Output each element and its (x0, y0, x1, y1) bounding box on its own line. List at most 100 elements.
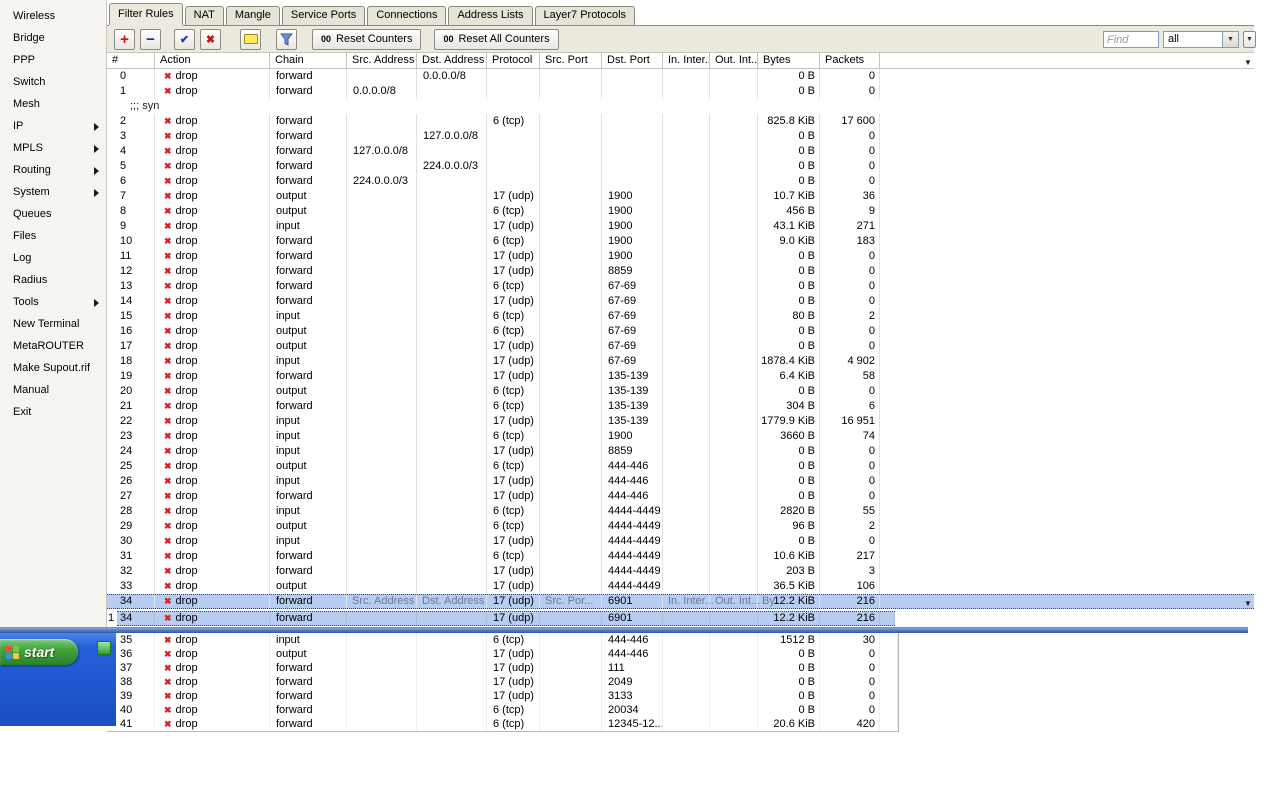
table-row[interactable]: 30 ✖ drop input 17 (udp) 4444-4449 0 B0 (107, 534, 1254, 549)
scroll-up-icon[interactable]: ▼ (1242, 56, 1254, 68)
table-row[interactable]: 2 ✖ drop forward 6 (tcp) 825.8 KiB 17 600 (107, 114, 1254, 129)
taskbar-tray-icon[interactable] (97, 641, 111, 655)
table-row[interactable]: 19 ✖ drop forward 17 (udp) 135-139 6.4 KiB 58 (107, 369, 1254, 384)
table-row[interactable]: 5 ✖ drop forward 224.0.0.0/3 0 B0 (107, 159, 1254, 174)
table-row[interactable]: 29 ✖ drop output 6 (tcp) 4444-4449 96 B2 (107, 519, 1254, 534)
column-header-dst-port[interactable]: Dst. Port (602, 53, 663, 68)
table-row[interactable]: 12 ✖ drop forward 17 (udp) 8859 0 B0 (107, 264, 1254, 279)
sidebar-item-bridge[interactable]: Bridge (0, 27, 106, 49)
table-row[interactable]: 34 ✖ drop forward 17 (udp) 6901 12.2 KiB 216 Src… (107, 594, 1254, 609)
table-row[interactable]: 13 ✖ drop forward 6 (tcp) 67-69 0 B0 (107, 279, 1254, 294)
table-row[interactable]: 17 ✖ drop output 17 (udp) 67-69 0 B0 (107, 339, 1254, 354)
table-row[interactable]: 41 ✖ drop forward 6 (tcp) 12345-12... 20.6 KiB… (107, 717, 898, 731)
cell-dst-address (417, 189, 487, 204)
table-row[interactable]: 4 ✖ drop forward 127.0.0.0/8 0 B0 (107, 144, 1254, 159)
sidebar-item-manual[interactable]: Manual (0, 379, 106, 401)
table-row[interactable]: 15 ✖ drop input 6 (tcp) 67-69 80 B2 (107, 309, 1254, 324)
table-row[interactable]: 8 ✖ drop output 6 (tcp) 1900 456 B9 (107, 204, 1254, 219)
cell-in-interface (663, 369, 710, 384)
filter-button[interactable] (276, 28, 297, 50)
table-row[interactable]: 26 ✖ drop input 17 (udp) 444-446 0 B0 (107, 474, 1254, 489)
disable-rule-button[interactable]: ✖ (200, 28, 221, 50)
comment-button[interactable] (240, 28, 261, 50)
tab-mangle[interactable]: Mangle (225, 6, 280, 25)
table-row[interactable]: 18 ✖ drop input 17 (udp) 67-69 1878.4 KiB 4 902 (107, 354, 1254, 369)
table-row[interactable]: 0 ✖ drop forward 0.0.0.0/8 0 B0 (107, 69, 1254, 84)
table-row[interactable]: 36 ✖ drop output 17 (udp) 444-446 0 B0 (107, 647, 898, 661)
table-row[interactable]: 14 ✖ drop forward 17 (udp) 67-69 0 B0 (107, 294, 1254, 309)
add-rule-button[interactable]: + (114, 28, 135, 50)
column-header-action[interactable]: Action (155, 53, 270, 68)
table-row[interactable]: 40 ✖ drop forward 6 (tcp) 20034 0 B0 (107, 703, 898, 717)
table-row[interactable]: 22 ✖ drop input 17 (udp) 135-139 1779.9 KiB 16 … (107, 414, 1254, 429)
column-header-out-int[interactable]: Out. Int... (710, 53, 758, 68)
table-row[interactable]: 32 ✖ drop forward 17 (udp) 4444-4449 203 B3 (107, 564, 1254, 579)
table-row[interactable]: 39 ✖ drop forward 17 (udp) 3133 0 B0 (107, 689, 898, 703)
start-button[interactable]: start (0, 639, 78, 665)
table-row[interactable]: 3 ✖ drop forward 127.0.0.0/8 0 B0 (107, 129, 1254, 144)
table-row[interactable]: 11 ✖ drop forward 17 (udp) 1900 0 B0 (107, 249, 1254, 264)
column-header-protocol[interactable]: Protocol (487, 53, 540, 68)
sidebar-item-mesh[interactable]: Mesh (0, 93, 106, 115)
column-header-packets[interactable]: Packets (820, 53, 880, 68)
table-row[interactable]: 35 ✖ drop input 6 (tcp) 444-446 1512 B 30 (107, 633, 898, 647)
sidebar-item-wireless[interactable]: Wireless (0, 5, 106, 27)
tab-nat[interactable]: NAT (184, 6, 224, 25)
filter-scope-dropdown[interactable]: all ▼ (1163, 31, 1239, 48)
table-row[interactable]: 31 ✖ drop forward 6 (tcp) 4444-4449 10.6 KiB 21… (107, 549, 1254, 564)
table-row[interactable]: 16 ✖ drop output 6 (tcp) 67-69 0 B0 (107, 324, 1254, 339)
sidebar-item-ppp[interactable]: PPP (0, 49, 106, 71)
reset-all-counters-button[interactable]: 00 Reset All Counters (434, 28, 559, 50)
sidebar-item-radius[interactable]: Radius (0, 269, 106, 291)
table-row[interactable]: 23 ✖ drop input 6 (tcp) 1900 3660 B 74 (107, 429, 1254, 444)
chevron-down-icon[interactable]: ▼ (1222, 32, 1238, 47)
enable-rule-button[interactable]: ✔ (174, 28, 195, 50)
table-row[interactable]: 10 ✖ drop forward 6 (tcp) 1900 9.0 KiB 183 (107, 234, 1254, 249)
column-header-chain[interactable]: Chain (270, 53, 347, 68)
sidebar-item-log[interactable]: Log (0, 247, 106, 269)
table-row[interactable]: 20 ✖ drop output 6 (tcp) 135-139 0 B0 (107, 384, 1254, 399)
table-row[interactable]: 37 ✖ drop forward 17 (udp) 111 0 B0 (107, 661, 898, 675)
sidebar-item-queues[interactable]: Queues (0, 203, 106, 225)
column-header-dst-address[interactable]: Dst. Address (417, 53, 487, 68)
remove-rule-button[interactable]: − (140, 28, 161, 50)
column-header-src-address[interactable]: Src. Address (347, 53, 417, 68)
sidebar-item-mpls[interactable]: MPLS (0, 137, 106, 159)
sidebar-item-exit[interactable]: Exit (0, 401, 106, 423)
table-row[interactable]: 28 ✖ drop input 6 (tcp) 4444-4449 2820 B 55 (107, 504, 1254, 519)
column-header-bytes[interactable]: Bytes (758, 53, 820, 68)
table-row[interactable]: 33 ✖ drop output 17 (udp) 4444-4449 36.5 KiB 10… (107, 579, 1254, 594)
table-row[interactable]: 25 ✖ drop output 6 (tcp) 444-446 0 B0 (107, 459, 1254, 474)
sidebar-item-metarouter[interactable]: MetaROUTER (0, 335, 106, 357)
column-header-src-port[interactable]: Src. Port (540, 53, 602, 68)
tab-service-ports[interactable]: Service Ports (281, 6, 366, 25)
table-row[interactable]: 9 ✖ drop input 17 (udp) 1900 43.1 KiB 271 (107, 219, 1254, 234)
tab-address-lists[interactable]: Address Lists (448, 6, 533, 25)
sidebar-item-routing[interactable]: Routing (0, 159, 106, 181)
tab-filter-rules[interactable]: Filter Rules (109, 3, 183, 25)
table-row[interactable]: 24 ✖ drop input 17 (udp) 8859 0 B0 (107, 444, 1254, 459)
sidebar-item-switch[interactable]: Switch (0, 71, 106, 93)
find-input[interactable] (1103, 31, 1159, 48)
sidebar-item-make-supout-rif[interactable]: Make Supout.rif (0, 357, 106, 379)
table-row[interactable]: 21 ✖ drop forward 6 (tcp) 135-139 304 B6 (107, 399, 1254, 414)
table-row[interactable]: 7 ✖ drop output 17 (udp) 1900 10.7 KiB 36 (107, 189, 1254, 204)
scroll-down-icon[interactable]: ▼ (1242, 597, 1254, 609)
sidebar-item-files[interactable]: Files (0, 225, 106, 247)
column-header-[interactable]: # (107, 53, 155, 68)
table-row[interactable]: 38 ✖ drop forward 17 (udp) 2049 0 B0 (107, 675, 898, 689)
table-row[interactable]: 6 ✖ drop forward 224.0.0.0/3 0 B0 (107, 174, 1254, 189)
table-row[interactable]: 1 ✖ drop forward 0.0.0.0/8 0 B0 (107, 84, 1254, 99)
cell-in-interface (663, 354, 710, 369)
sidebar-item-ip[interactable]: IP (0, 115, 106, 137)
sidebar-item-system[interactable]: System (0, 181, 106, 203)
reset-counters-button[interactable]: 00 Reset Counters (312, 28, 422, 50)
column-options-button[interactable]: ▼ (1243, 31, 1256, 48)
column-header-in-inter[interactable]: In. Inter... (663, 53, 710, 68)
tab-connections[interactable]: Connections (367, 6, 447, 25)
sidebar-item-tools[interactable]: Tools (0, 291, 106, 313)
comment-row[interactable]: ;;; syn (107, 99, 1254, 114)
table-row[interactable]: 27 ✖ drop forward 17 (udp) 444-446 0 B0 (107, 489, 1254, 504)
tab-layer7-protocols[interactable]: Layer7 Protocols (534, 6, 636, 25)
sidebar-item-new-terminal[interactable]: New Terminal (0, 313, 106, 335)
